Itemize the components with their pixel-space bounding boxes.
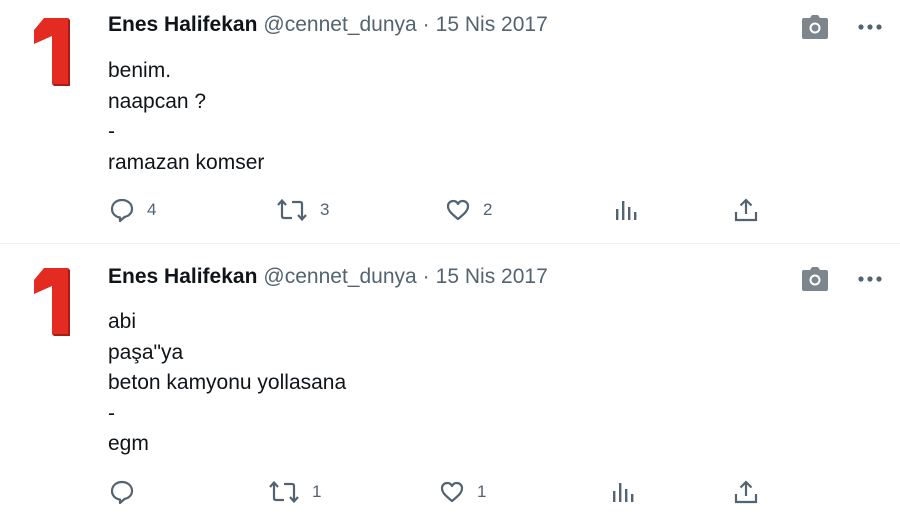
retweet-icon xyxy=(277,198,307,222)
tweet-header: Enes Halifekan @cennet_dunya · 15 Nis 2017 xyxy=(108,265,548,289)
reply-button[interactable] xyxy=(109,479,147,505)
share-icon xyxy=(734,198,758,222)
tweet-line: naapcan ? xyxy=(108,89,207,113)
camera-icon[interactable] xyxy=(801,14,829,40)
heart-icon xyxy=(446,199,470,221)
tweet-line: egm xyxy=(108,432,149,455)
reply-button[interactable]: 4 xyxy=(109,197,156,223)
camera-icon[interactable] xyxy=(801,266,829,292)
views-button[interactable] xyxy=(610,479,636,505)
tweet-date[interactable]: 15 Nis 2017 xyxy=(436,13,548,36)
tweet-1[interactable]: Enes Halifekan @cennet_dunya · 15 Nis 2017 … xyxy=(0,0,900,243)
retweet-icon xyxy=(269,480,299,504)
like-button[interactable]: 1 xyxy=(439,479,486,505)
tweet-date[interactable]: 15 Nis 2017 xyxy=(436,265,548,288)
avatar[interactable] xyxy=(30,264,74,336)
reply-icon xyxy=(110,480,134,505)
share-button[interactable] xyxy=(733,197,759,223)
tweet-text: benim. naapcan ? - ramazan komser xyxy=(108,56,264,178)
reply-icon xyxy=(110,198,134,223)
tweet-line: ramazan komser xyxy=(108,150,265,174)
tweet-header: Enes Halifekan @cennet_dunya · 15 Nis 2017 xyxy=(108,13,548,37)
views-button[interactable] xyxy=(613,197,639,223)
avatar[interactable] xyxy=(30,14,74,86)
author-name[interactable]: Enes Halifekan xyxy=(108,265,257,288)
heart-icon xyxy=(440,481,464,503)
share-icon xyxy=(734,480,758,504)
like-count: 1 xyxy=(477,482,487,501)
tweet-2[interactable]: Enes Halifekan @cennet_dunya · 15 Nis 2017 … xyxy=(0,244,900,513)
retweet-button[interactable]: 1 xyxy=(268,479,321,505)
like-count: 2 xyxy=(483,200,493,219)
author-name[interactable]: Enes Halifekan xyxy=(108,13,257,36)
reply-count: 4 xyxy=(147,200,157,219)
tweet-line: paşa"ya xyxy=(108,340,184,364)
tweet-line: - xyxy=(108,401,115,425)
separator-dot: · xyxy=(422,13,430,36)
views-icon xyxy=(613,483,634,502)
tweet-line: beton kamyonu yollasana xyxy=(108,371,347,394)
more-icon[interactable] xyxy=(855,14,885,40)
retweet-count: 1 xyxy=(312,482,322,501)
action-bar: 1 1 xyxy=(0,479,900,509)
separator-dot: · xyxy=(422,265,430,288)
tweet-line: - xyxy=(108,120,115,143)
retweet-button[interactable]: 3 xyxy=(276,197,329,223)
tweet-text: abi paşa"ya beton kamyonu yollasana - eg… xyxy=(108,307,346,460)
author-handle[interactable]: @cennet_dunya xyxy=(263,13,416,36)
tweet-line: benim. xyxy=(108,59,172,82)
action-bar: 4 3 2 xyxy=(0,196,900,226)
views-icon xyxy=(616,201,637,220)
more-icon[interactable] xyxy=(855,266,885,292)
retweet-count: 3 xyxy=(320,200,330,219)
like-button[interactable]: 2 xyxy=(445,197,492,223)
author-handle[interactable]: @cennet_dunya xyxy=(263,265,416,288)
tweet-line: abi xyxy=(108,310,137,333)
share-button[interactable] xyxy=(733,479,759,505)
